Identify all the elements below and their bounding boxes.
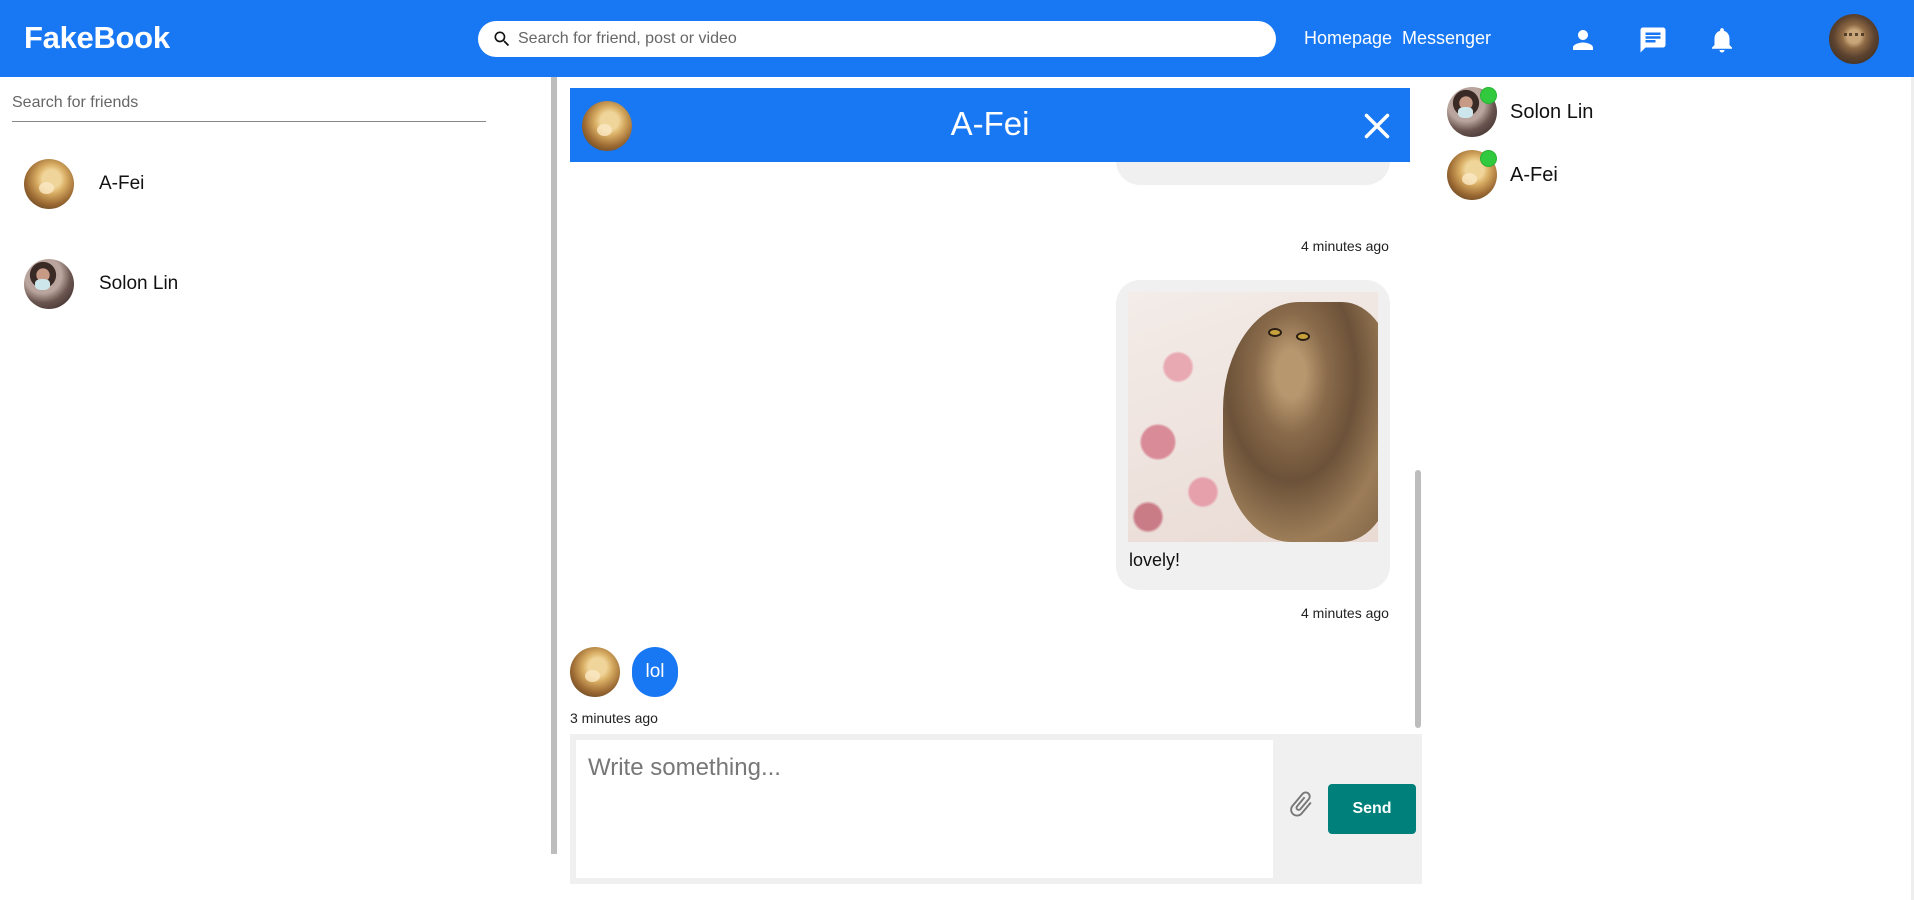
friend-list-item[interactable]: A-Fei [24,159,444,211]
chat-header: A-Fei [570,88,1410,162]
online-friend-name: Solon Lin [1510,101,1594,123]
message-input[interactable] [576,740,1273,878]
online-friend-name: A-Fei [1510,164,1558,186]
person-icon[interactable] [1568,25,1598,55]
message-timestamp: 3 minutes ago [570,710,658,726]
brand-logo[interactable]: FakeBook [24,20,170,56]
chat-scrollbar[interactable] [1415,470,1421,728]
cat-eye [1296,332,1310,341]
bell-icon[interactable] [1707,25,1737,55]
friend-list-item[interactable]: Solon Lin [24,259,444,311]
global-search[interactable] [478,21,1276,57]
global-search-input[interactable] [518,21,1258,57]
message-bubble-received: lol [632,647,678,697]
cat-eye [1268,328,1282,337]
friend-name: A-Fei [99,173,145,194]
chat-icon[interactable] [1638,25,1668,55]
top-navbar: FakeBook Homepage Messenger [0,0,1914,77]
online-friend-item[interactable]: Solon Lin [1447,87,1747,139]
chat-messages[interactable]: 4 minutes ago lovely! 4 minutes ago lol … [570,162,1422,734]
message-bubble: lovely! [1116,280,1390,590]
avatar [24,259,74,309]
avatar [24,159,74,209]
send-button[interactable]: Send [1328,784,1416,834]
current-user-avatar[interactable] [1829,14,1879,64]
online-status-dot [1480,150,1497,167]
message-timestamp: 4 minutes ago [1301,605,1389,621]
message-image[interactable] [1128,292,1378,542]
chat-title: A-Fei [950,105,1030,142]
panel-divider [551,77,557,854]
message-bubble [1116,162,1390,185]
message-timestamp: 4 minutes ago [1301,238,1389,254]
attachment-icon[interactable] [1286,789,1316,819]
close-icon[interactable] [1363,112,1391,140]
nav-messenger-link[interactable]: Messenger [1402,28,1491,49]
online-friend-item[interactable]: A-Fei [1447,150,1747,202]
online-status-dot [1480,87,1497,104]
sender-avatar [570,647,620,697]
friend-name: Solon Lin [99,273,179,294]
message-composer: Send [570,734,1422,884]
message-caption: lovely! [1129,550,1181,570]
nav-homepage-link[interactable]: Homepage [1304,28,1392,49]
friend-search-input[interactable] [12,84,486,122]
search-icon [494,31,510,47]
